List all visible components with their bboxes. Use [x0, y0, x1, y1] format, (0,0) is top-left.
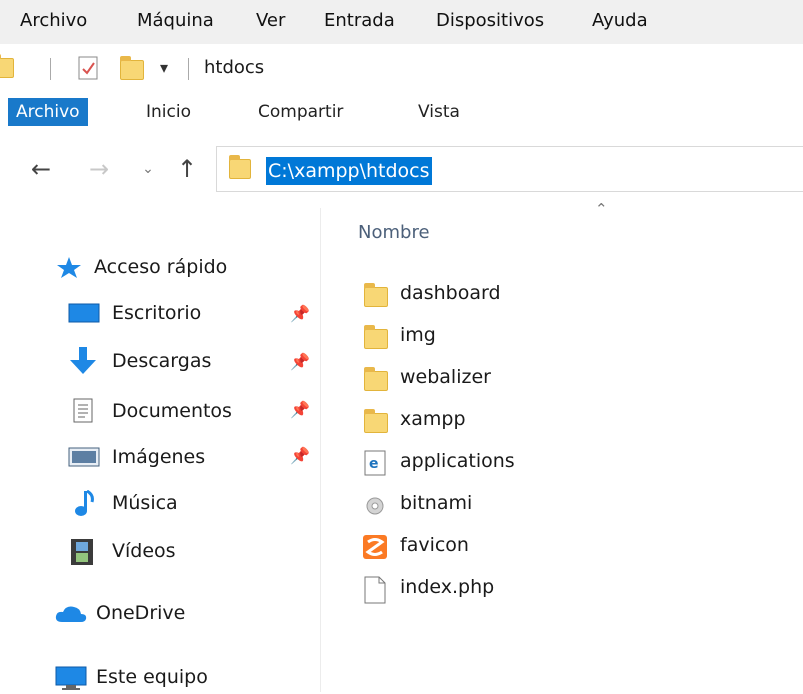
nav-label: Documentos	[112, 400, 232, 422]
nav-label: Este equipo	[96, 666, 208, 688]
desktop-icon	[68, 303, 100, 323]
pin-icon[interactable]: 📌	[290, 352, 310, 371]
settings-file-icon	[366, 497, 384, 515]
svg-text:e: e	[369, 456, 379, 472]
nav-label: Escritorio	[112, 302, 202, 324]
menu-archivo[interactable]: Archivo	[20, 10, 87, 31]
xampp-icon	[363, 535, 387, 559]
tab-compartir[interactable]: Compartir	[258, 98, 343, 126]
folder-icon	[364, 409, 388, 433]
nav-label: Vídeos	[112, 540, 176, 562]
file-name: dashboard	[400, 282, 501, 304]
folder-icon	[364, 367, 388, 391]
tab-vista[interactable]: Vista	[418, 98, 460, 126]
pane-divider	[320, 208, 321, 692]
music-note-icon	[75, 490, 94, 516]
separator	[50, 58, 51, 80]
html-file-icon: e	[364, 450, 386, 476]
address-path[interactable]: C:\xampp\htdocs	[266, 157, 432, 185]
recent-locations-icon[interactable]: ⌄	[138, 146, 158, 192]
column-header-name[interactable]: Nombre	[358, 222, 430, 243]
menu-maquina[interactable]: Máquina	[137, 10, 214, 31]
tab-archivo[interactable]: Archivo	[8, 98, 88, 126]
file-name: img	[400, 324, 436, 346]
file-name: favicon	[400, 534, 469, 556]
file-icon	[364, 576, 386, 604]
separator	[188, 58, 189, 80]
film-icon	[71, 539, 93, 565]
nav-label: Descargas	[112, 350, 212, 372]
window-title: htdocs	[204, 57, 265, 78]
download-arrow-icon	[70, 347, 96, 374]
document-icon	[73, 398, 93, 423]
file-name: webalizer	[400, 366, 491, 388]
pin-icon[interactable]: 📌	[290, 446, 310, 465]
folder-icon	[229, 155, 251, 179]
pin-icon[interactable]: 📌	[290, 304, 310, 323]
quick-access-toolbar: ▾ htdocs	[0, 44, 803, 90]
menu-dispositivos[interactable]: Dispositivos	[436, 10, 544, 31]
forward-arrow-icon[interactable]: →	[84, 146, 114, 192]
back-arrow-icon[interactable]: ←	[26, 146, 56, 192]
menu-ayuda[interactable]: Ayuda	[592, 10, 648, 31]
pin-icon[interactable]: 📌	[290, 400, 310, 419]
tab-inicio[interactable]: Inicio	[146, 98, 191, 126]
file-name: bitnami	[400, 492, 473, 514]
pictures-icon	[68, 447, 100, 467]
computer-icon	[55, 666, 87, 690]
cloud-icon	[55, 606, 87, 622]
nav-label: Música	[112, 492, 178, 514]
file-name: xampp	[400, 408, 466, 430]
menu-ver[interactable]: Ver	[256, 10, 285, 31]
sort-ascending-icon[interactable]: ⌃	[595, 200, 608, 218]
nav-label: Imágenes	[112, 446, 206, 468]
up-arrow-icon[interactable]: ↑	[172, 146, 202, 192]
folder-icon	[364, 325, 388, 349]
file-name: index.php	[400, 576, 495, 598]
properties-icon[interactable]	[78, 56, 98, 80]
folder-icon	[364, 283, 388, 307]
star-icon	[57, 257, 81, 278]
menu-entrada[interactable]: Entrada	[324, 10, 395, 31]
new-folder-icon[interactable]	[120, 56, 144, 80]
folder-icon[interactable]	[0, 54, 14, 78]
nav-label: OneDrive	[96, 602, 186, 624]
nav-label: Acceso rápido	[94, 256, 228, 278]
customize-toolbar-icon[interactable]: ▾	[160, 58, 168, 77]
file-name: applications	[400, 450, 515, 472]
ribbon: Archivo Inicio Compartir Vista	[0, 90, 803, 135]
menu-bar: Archivo Máquina Ver Entrada Dispositivos…	[0, 0, 803, 44]
